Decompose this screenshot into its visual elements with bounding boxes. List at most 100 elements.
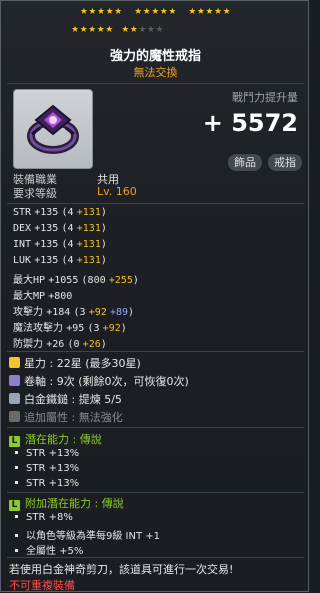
stat-bonus: +131 <box>76 239 101 250</box>
item-tooltip: ★★★★★ ★★★★★ ★★★★★ ★★★★★ ★★★★★ 強力的魔性戒指 無法… <box>0 0 309 592</box>
divider <box>7 83 304 84</box>
stat-paren: (4 <box>61 207 74 218</box>
divider <box>7 351 304 352</box>
stat-bonus: +255 <box>108 275 133 286</box>
stat-row: 最大MP +800 <box>13 287 72 302</box>
stat-name: 攻擊力 <box>13 307 43 318</box>
stat-name: DEX <box>13 223 32 234</box>
category-tag-accessory: 飾品 <box>228 154 262 171</box>
item-title: 強力的魔性戒指 <box>109 49 201 64</box>
stat-paren: (800 <box>81 275 106 286</box>
stat-row: 防禦力 +26 (0 +26) <box>13 335 107 350</box>
stat-bonus: +131 <box>76 255 101 266</box>
stat-close: ) <box>132 275 139 286</box>
stat-close: ) <box>128 307 135 318</box>
stat-name: STR <box>13 207 32 218</box>
scroll-icon <box>9 375 20 386</box>
potential-line: STR +13% <box>15 478 79 489</box>
unique-equip-notice: 不可重複裝備 <box>9 579 75 592</box>
potential-header: L 潛在能力 : 傳說 <box>9 431 102 447</box>
stat-close: ) <box>120 323 127 334</box>
stat-paren: (4 <box>61 223 74 234</box>
stat-close: ) <box>100 255 107 266</box>
additional-line: STR +8% <box>15 512 73 523</box>
stat-row: 魔法攻擊力 +95 (3 +92) <box>13 319 127 334</box>
additional-line: 以角色等級為準每9級 INT +1 <box>15 527 160 542</box>
stat-base: +184 <box>46 307 71 318</box>
divider <box>7 492 304 493</box>
stat-paren: (3 <box>73 307 86 318</box>
stat-row: STR +135 (4 +131) <box>13 207 107 218</box>
star-group: ★★★★★ <box>71 25 114 35</box>
extra-option-icon <box>9 411 20 422</box>
stat-close: ) <box>100 239 107 250</box>
hammer-icon <box>9 393 20 404</box>
divider <box>7 557 304 558</box>
potential-line: STR +13% <box>15 463 79 474</box>
extra-text: 追加屬性 : 無法強化 <box>24 411 123 424</box>
star-force-text: 星力 : 22星 (最多30星) <box>24 357 141 370</box>
stat-bonus: +26 <box>82 339 101 350</box>
stat-paren: (4 <box>61 239 74 250</box>
item-icon-frame <box>13 89 93 169</box>
trade-notice: 若使用白金神奇剪刀，該道具可進行一次交易! <box>9 563 234 576</box>
stat-name: 最大HP <box>13 275 46 286</box>
star-group: ★★★★★ <box>134 7 177 17</box>
stat-base: +135 <box>34 239 59 250</box>
stat-paren: (3 <box>87 323 100 334</box>
stat-paren: (0 <box>67 339 80 350</box>
stat-base: +800 <box>48 291 73 302</box>
trade-status: 無法交換 <box>133 66 178 79</box>
scroll-text: 卷軸 : 9次 (剩餘0次，可恢復0次) <box>24 375 189 388</box>
star-force-row-2: ★★★★★ ★★★★★ <box>67 25 164 36</box>
stat-bonus: +92 <box>88 307 107 318</box>
level-value: Lv. 160 <box>97 185 137 198</box>
stat-base: +135 <box>34 255 59 266</box>
stat-bonus: +131 <box>76 223 101 234</box>
scroll-info: 卷軸 : 9次 (剩餘0次，可恢復0次) <box>9 373 189 389</box>
potential-line: STR +13% <box>15 448 79 459</box>
divider <box>7 203 304 204</box>
stat-base: +1055 <box>48 275 79 286</box>
stat-extra: +89 <box>109 307 129 318</box>
hammer-text: 白金鐵鎚 : 提煉 5/5 <box>24 393 122 406</box>
stat-name: 魔法攻擊力 <box>13 323 63 334</box>
stat-base: +26 <box>46 339 65 350</box>
legendary-badge-icon: L <box>9 500 20 511</box>
stat-paren: (4 <box>61 255 74 266</box>
star-force-info: 星力 : 22星 (最多30星) <box>9 355 141 371</box>
additional-title: 附加潛在能力 : 傳說 <box>25 497 124 510</box>
stat-row: DEX +135 (4 +131) <box>13 223 107 234</box>
stat-name: INT <box>13 239 32 250</box>
hammer-info: 白金鐵鎚 : 提煉 5/5 <box>9 391 122 407</box>
star-group: ★★ <box>121 25 139 35</box>
star-group-empty: ★★★ <box>138 25 165 35</box>
additional-potential-header: L 附加潛在能力 : 傳說 <box>9 495 124 511</box>
stat-close: ) <box>100 223 107 234</box>
stat-base: +95 <box>66 323 85 334</box>
stat-name: 最大MP <box>13 291 46 302</box>
stat-name: 防禦力 <box>13 339 43 350</box>
stat-row: 攻擊力 +184 (3 +92 +89) <box>13 303 134 318</box>
stat-row: LUK +135 (4 +131) <box>13 255 107 266</box>
stat-base: +135 <box>34 207 59 218</box>
combat-power-value: + 5572 <box>202 109 298 137</box>
star-icon <box>9 357 20 368</box>
stat-close: ) <box>100 207 107 218</box>
stat-bonus: +131 <box>76 207 101 218</box>
extra-info: 追加屬性 : 無法強化 <box>9 409 123 425</box>
star-group: ★★★★★ <box>79 7 123 17</box>
category-tag-ring: 戒指 <box>268 154 302 171</box>
stat-bonus: +92 <box>102 323 121 334</box>
stat-close: ) <box>100 339 107 350</box>
divider <box>7 427 304 428</box>
level-label: 要求等級 <box>13 187 57 200</box>
stat-name: LUK <box>13 255 32 266</box>
stat-row: 最大HP +1055 (800 +255) <box>13 271 139 286</box>
potential-title: 潛在能力 : 傳說 <box>25 433 102 446</box>
star-group: ★★★★★ <box>188 7 232 17</box>
star-force-row-1: ★★★★★ ★★★★★ ★★★★★ <box>1 7 310 18</box>
stat-row: INT +135 (4 +131) <box>13 239 107 250</box>
legendary-badge-icon: L <box>9 436 20 447</box>
combat-power-label: 戰鬥力提升量 <box>232 91 298 104</box>
